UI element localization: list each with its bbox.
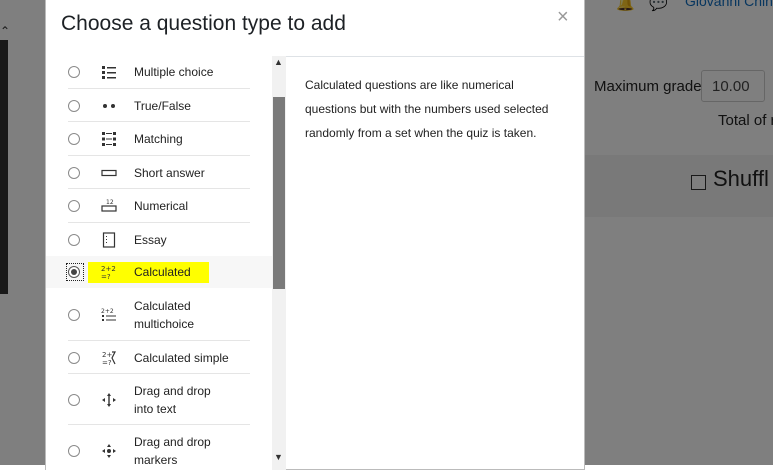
multiple-choice-icon: [101, 64, 117, 80]
question-type-radio[interactable]: [68, 308, 80, 321]
question-type-label-line: True/False: [134, 98, 191, 113]
short-answer-icon: [101, 165, 117, 181]
question-type-option[interactable]: Drag and drop markers: [46, 425, 272, 470]
question-type-label-line: Calculated: [134, 265, 191, 279]
question-type-option[interactable]: Essay: [46, 223, 272, 256]
scrollbar-thumb[interactable]: [273, 97, 285, 289]
scroll-up-arrow-icon[interactable]: ▲: [274, 57, 283, 67]
question-type-option[interactable]: Matching: [46, 122, 272, 156]
essay-icon: [101, 231, 117, 248]
question-type-label: Numerical: [134, 197, 188, 215]
question-type-option[interactable]: 2+2 =? Calculated: [46, 256, 272, 288]
true-false-icon: [101, 98, 117, 114]
modal-title: Choose a question type to add: [61, 12, 346, 35]
question-type-option[interactable]: Drag and drop into text: [46, 374, 272, 425]
svg-text:2+2: 2+2: [101, 265, 116, 273]
question-type-label: Multiple choice: [134, 63, 213, 81]
question-type-option[interactable]: 12 Numerical: [46, 189, 272, 223]
question-type-label-line: Essay: [134, 232, 167, 247]
question-type-option[interactable]: Short answer: [46, 156, 272, 189]
question-type-label-line: Calculated: [134, 298, 191, 313]
close-icon[interactable]: ×: [557, 6, 569, 29]
question-type-label-line: Calculated simple: [134, 350, 229, 365]
question-type-label: Matching: [134, 130, 183, 148]
question-type-label: Calculated: [134, 263, 191, 281]
question-type-label: Short answer: [134, 164, 205, 182]
question-type-radio[interactable]: [68, 66, 80, 78]
question-type-radio[interactable]: [68, 393, 80, 406]
question-type-label-line: Drag and drop: [134, 434, 211, 449]
question-type-radio[interactable]: [68, 351, 80, 364]
question-type-radio[interactable]: [68, 444, 80, 457]
question-type-description: Calculated questions are like numerical …: [305, 78, 549, 140]
svg-text:12: 12: [106, 199, 114, 206]
question-type-label: Drag and drop into text: [134, 382, 211, 418]
question-type-radio[interactable]: [68, 99, 80, 112]
question-type-label-line: Matching: [134, 132, 183, 146]
question-type-option[interactable]: 2+ =? Calculated simple: [46, 341, 272, 374]
question-type-label-line: markers: [134, 452, 178, 467]
options-scrollbar[interactable]: ▲ ▼: [272, 56, 286, 470]
drag-drop-text-icon: [101, 392, 117, 408]
drag-drop-markers-icon: [101, 443, 117, 459]
question-type-label-line: Multiple choice: [134, 65, 214, 79]
scroll-down-arrow-icon[interactable]: ▼: [274, 452, 283, 462]
question-type-radio[interactable]: [68, 266, 80, 278]
question-type-radio[interactable]: [68, 233, 80, 246]
question-type-label-line: Short answer: [134, 165, 205, 180]
question-type-radio[interactable]: [68, 200, 80, 212]
calculated-icon: 2+2 =?: [101, 264, 117, 281]
question-type-label: Calculated simple: [134, 349, 229, 367]
question-type-label: Calculated multichoice: [134, 297, 194, 333]
svg-text:=?: =?: [102, 359, 112, 366]
svg-text:=?: =?: [101, 273, 111, 280]
question-type-options[interactable]: Multiple choice True/False Matching Short a…: [46, 56, 272, 470]
calculated-simple-icon: 2+ =?: [101, 350, 117, 367]
question-type-label-line: Drag and drop: [134, 383, 211, 398]
matching-icon: [101, 131, 117, 147]
question-type-label: Drag and drop markers: [134, 433, 211, 469]
question-type-label-line: multichoice: [134, 316, 195, 331]
question-type-label: True/False: [134, 97, 191, 115]
svg-text:2+: 2+: [102, 351, 112, 359]
question-type-option[interactable]: 2+2 Calculated multichoice: [46, 288, 272, 341]
question-type-label-line: Numerical: [134, 199, 189, 213]
question-type-chooser-dialog: Choose a question type to add × Multiple…: [45, 0, 585, 470]
question-type-label: Essay: [134, 231, 167, 249]
question-type-radio[interactable]: [68, 166, 80, 179]
question-type-option[interactable]: True/False: [46, 89, 272, 122]
question-type-radio[interactable]: [68, 133, 80, 145]
svg-text:2+2: 2+2: [101, 308, 114, 315]
calculated-multichoice-icon: 2+2: [101, 307, 117, 323]
modal-header: Choose a question type to add ×: [46, 0, 584, 57]
numerical-icon: 12: [101, 198, 117, 214]
question-type-label-line: into text: [134, 401, 177, 416]
question-type-option[interactable]: Multiple choice: [46, 56, 272, 89]
